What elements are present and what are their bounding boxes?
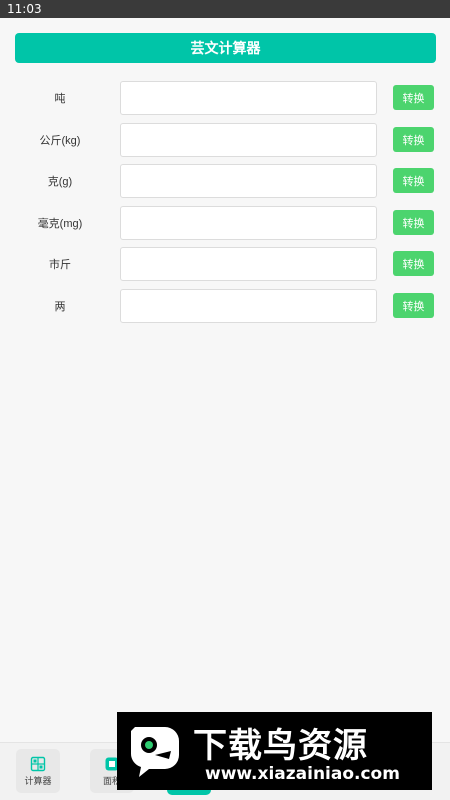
watermark-title: 下载鸟资源 [193, 726, 368, 766]
status-time: 11:03 [7, 2, 42, 16]
converter-row-kg: 公斤(kg) 转换 [0, 123, 450, 157]
converter-row-ton: 吨 转换 [0, 81, 450, 115]
convert-button-mg[interactable]: 转换 [393, 210, 434, 235]
convert-button-jin[interactable]: 转换 [393, 251, 434, 276]
nav-label: 计算器 [24, 775, 52, 786]
row-label: 吨 [54, 93, 66, 105]
row-label: 两 [54, 301, 66, 313]
mg-input[interactable] [120, 206, 377, 240]
watermark-banner: 下载鸟资源 www.xiazainiao.com [117, 712, 432, 790]
row-label: 市斤 [49, 259, 71, 271]
row-label: 毫克(mg) [37, 218, 83, 230]
bird-logo [130, 727, 179, 777]
app-title-bar: 芸文计算器 [15, 33, 436, 63]
convert-button-kg[interactable]: 转换 [393, 127, 434, 152]
convert-button-g[interactable]: 转换 [393, 168, 434, 193]
convert-button-ton[interactable]: 转换 [393, 85, 434, 110]
watermark-url: www.xiazainiao.com [205, 764, 400, 784]
ton-input[interactable] [120, 81, 377, 115]
row-label: 公斤(kg) [39, 135, 81, 147]
nav-item-calculator[interactable]: 计算器 [16, 749, 60, 793]
calculator-icon [30, 756, 46, 771]
kg-input[interactable] [120, 123, 377, 157]
converter-row-g: 克(g) 转换 [0, 164, 450, 198]
convert-button-liang[interactable]: 转换 [393, 293, 434, 318]
page-title: 芸文计算器 [190, 40, 261, 56]
status-bar: 11:03 [0, 0, 450, 18]
converter-row-liang: 两 转换 [0, 289, 450, 323]
jin-input[interactable] [120, 247, 377, 281]
converter-row-mg: 毫克(mg) 转换 [0, 206, 450, 240]
gram-input[interactable] [120, 164, 377, 198]
row-label: 克(g) [47, 176, 73, 188]
liang-input[interactable] [120, 289, 377, 323]
converter-row-jin: 市斤 转换 [0, 247, 450, 281]
